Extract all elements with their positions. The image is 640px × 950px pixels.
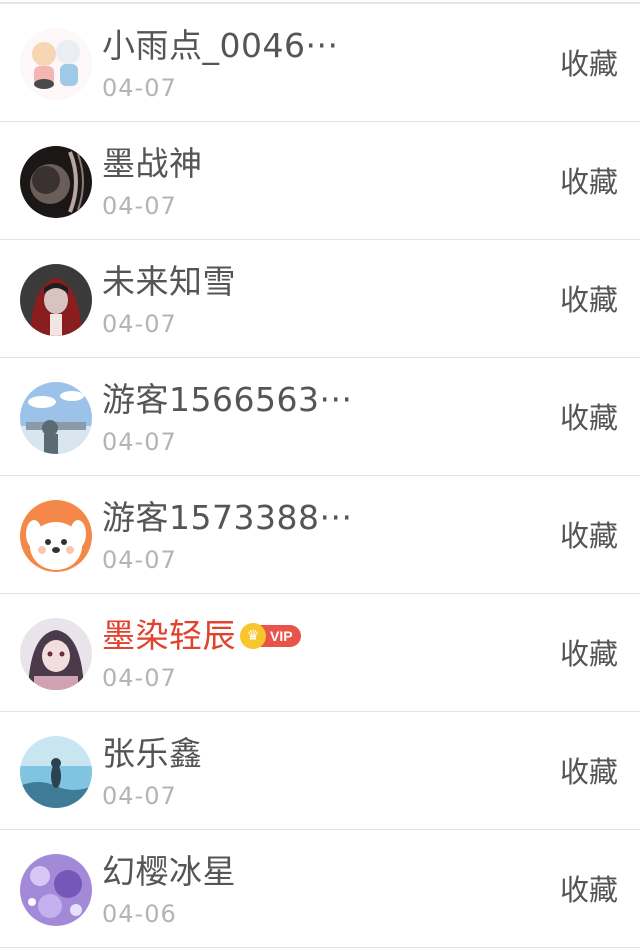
date-label: 04-06	[102, 900, 177, 928]
list-item[interactable]: 游客1573388··· 04-07 收藏	[0, 476, 640, 594]
date-label: 04-07	[102, 664, 177, 692]
list-item[interactable]: 未来知雪 04-07 收藏	[0, 240, 640, 358]
list-item[interactable]: 游客1566563··· 04-07 收藏	[0, 358, 640, 476]
list-item[interactable]: 墨染轻辰 ♛ VIP 04-07 收藏	[0, 594, 640, 712]
avatar-sea-photo-icon[interactable]	[20, 736, 92, 808]
date-label: 04-07	[102, 310, 177, 338]
list-item[interactable]: 张乐鑫 04-07 收藏	[0, 712, 640, 830]
vip-badge: ♛ VIP	[240, 623, 301, 649]
avatar-purple-galaxy-icon[interactable]	[20, 854, 92, 926]
collect-button[interactable]: 收藏	[560, 44, 618, 84]
list-item[interactable]: 墨战神 04-07 收藏	[0, 122, 640, 240]
date-label: 04-07	[102, 192, 177, 220]
collect-button[interactable]: 收藏	[560, 870, 618, 910]
avatar-sky-photo-icon[interactable]	[20, 382, 92, 454]
avatar-dark-planet-icon[interactable]	[20, 146, 92, 218]
date-label: 04-07	[102, 782, 177, 810]
user-name: 游客1573388···	[102, 498, 353, 537]
date-label: 04-07	[102, 74, 177, 102]
collect-button[interactable]: 收藏	[560, 634, 618, 674]
user-name: 墨战神	[102, 144, 203, 183]
user-list: 小雨点_0046··· 04-07 收藏 墨战神 04-07 收藏 未来知雪 0…	[0, 4, 640, 948]
user-name: 张乐鑫	[102, 734, 203, 773]
collect-button[interactable]: 收藏	[560, 162, 618, 202]
user-name: 墨染轻辰	[102, 616, 236, 655]
list-item[interactable]: 小雨点_0046··· 04-07 收藏	[0, 4, 640, 122]
crown-icon: ♛	[240, 623, 266, 649]
collect-button[interactable]: 收藏	[560, 398, 618, 438]
avatar-anime-girl-icon[interactable]	[20, 618, 92, 690]
list-item[interactable]: 幻樱冰星 04-06 收藏	[0, 830, 640, 948]
date-label: 04-07	[102, 428, 177, 456]
avatar-cartoon-dog-icon[interactable]	[20, 500, 92, 572]
avatar-red-hood-icon[interactable]	[20, 264, 92, 336]
avatar-anime-duo-icon[interactable]	[20, 28, 92, 100]
collect-button[interactable]: 收藏	[560, 280, 618, 320]
user-name: 幻樱冰星	[102, 852, 236, 891]
user-name: 未来知雪	[102, 262, 236, 301]
collect-button[interactable]: 收藏	[560, 516, 618, 556]
user-name: 游客1566563···	[102, 380, 353, 419]
user-name: 小雨点_0046···	[102, 26, 339, 65]
collect-button[interactable]: 收藏	[560, 752, 618, 792]
date-label: 04-07	[102, 546, 177, 574]
